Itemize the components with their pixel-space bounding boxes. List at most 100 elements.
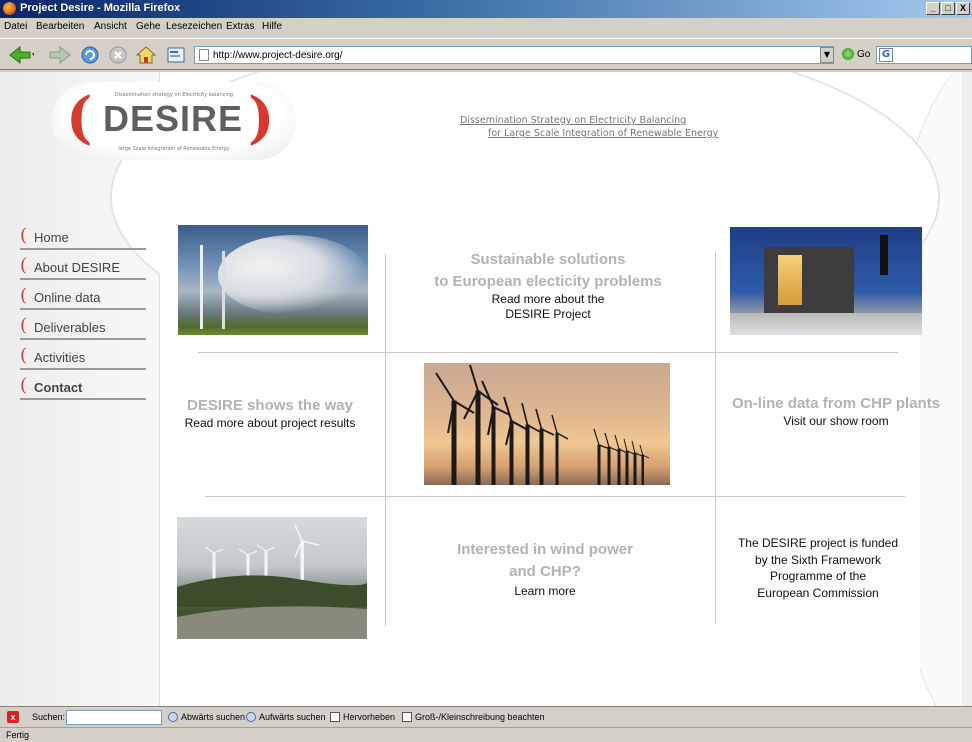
google-icon: G (879, 48, 893, 62)
plant-ground (730, 313, 922, 335)
url-dropdown-button[interactable]: ▼ (820, 47, 834, 63)
menu-datei[interactable]: Datei (4, 21, 27, 32)
go-button[interactable]: Go (842, 48, 870, 60)
wind-link[interactable]: Learn more (400, 584, 690, 599)
find-previous-icon (246, 712, 256, 722)
search-box[interactable]: G (876, 46, 972, 64)
funding-line-4: European Commission (757, 585, 879, 600)
nav-contact[interactable]: ( Contact (20, 375, 146, 400)
photo-wind-turbines-hills[interactable] (177, 517, 367, 639)
heading-line-2: for Large Scale Integration of Renewable… (488, 128, 719, 139)
forward-arrow-icon (49, 45, 71, 65)
desire-logo[interactable]: Dissemination strategy on Electricity ba… (52, 82, 296, 160)
match-case-checkbox[interactable]: Groß-/Kleinschreibung beachten (402, 712, 545, 722)
stop-button[interactable] (108, 45, 128, 65)
nav-bracket-icon: ( (20, 315, 28, 336)
menu-ansicht[interactable]: Ansicht (94, 21, 127, 32)
nav-about-desire[interactable]: ( About DESIRE (20, 255, 146, 280)
nav-label: Home (34, 230, 69, 245)
wind-turbines-silhouette (435, 364, 650, 485)
stop-icon (109, 46, 127, 64)
plant-chimney (880, 235, 888, 275)
menu-hilfe[interactable]: Hilfe (262, 21, 282, 32)
funding-line-2: by the Sixth Framework (754, 552, 882, 567)
nav-deliverables[interactable]: ( Deliverables (20, 315, 146, 340)
smoke-plume (218, 235, 368, 315)
maximize-button[interactable]: □ (941, 2, 955, 15)
page-viewport: Dissemination strategy on Electricity ba… (0, 72, 972, 706)
checkbox-icon (402, 712, 412, 722)
sustainable-title-line-2: to European electicity problems (434, 273, 662, 290)
nav-bracket-icon: ( (20, 225, 28, 246)
menu-gehe[interactable]: Gehe (136, 21, 160, 32)
nav-bracket-icon: ( (20, 285, 28, 306)
address-bar[interactable] (194, 46, 834, 64)
nav-home[interactable]: ( Home (20, 225, 146, 250)
find-bar: x Suchen: Abwärts suchen Aufwärts suchen… (0, 706, 972, 726)
logo-word: DESIRE (102, 98, 244, 139)
sustainable-title[interactable]: Sustainable solutions to European electi… (398, 250, 698, 292)
firefox-icon (3, 2, 16, 15)
page-bookmark-button[interactable] (166, 45, 186, 65)
reload-button[interactable] (80, 45, 100, 65)
nav-bracket-icon: ( (20, 345, 28, 366)
highlight-toggle[interactable]: Hervorheben (330, 712, 395, 722)
online-title[interactable]: On-line data from CHP plants (718, 394, 954, 414)
find-input[interactable] (66, 710, 162, 725)
nav-label: Online data (34, 290, 101, 305)
heading-line-1: Dissemination Strategy on Electricity Ba… (460, 115, 687, 126)
forward-button[interactable] (48, 45, 71, 65)
wind-title-line-2: and CHP? (509, 563, 581, 580)
find-next-button[interactable]: Abwärts suchen (168, 712, 245, 722)
minimize-button[interactable]: _ (926, 2, 940, 15)
page-favicon-icon (199, 49, 209, 61)
way-title[interactable]: DESIRE shows the way (170, 396, 370, 416)
sustainable-link[interactable]: Read more about the DESIRE Project (398, 292, 698, 322)
nav-bracket-icon: ( (20, 375, 28, 396)
sustainable-link-line-1: Read more about the (491, 292, 605, 306)
vertical-scroll-area[interactable] (962, 72, 972, 706)
funding-line-3: Programme of the (769, 569, 867, 583)
menu-bar: Datei Bearbeiten Ansicht Gehe Lesezeiche… (0, 19, 972, 36)
status-text: Fertig (6, 730, 30, 740)
back-button[interactable] (8, 45, 35, 65)
find-close-icon[interactable]: x (7, 711, 19, 723)
nav-activities[interactable]: ( Activities (20, 345, 146, 370)
online-link[interactable]: Visit our show room (718, 414, 954, 429)
turbine-tower (200, 245, 203, 329)
photo-power-plant-wind-turbines[interactable] (178, 225, 368, 335)
hill-turbines (177, 524, 367, 639)
wind-title[interactable]: Interested in wind power and CHP? (400, 540, 690, 582)
menu-bearbeiten[interactable]: Bearbeiten (36, 21, 84, 32)
find-previous-button[interactable]: Aufwärts suchen (246, 712, 326, 722)
grid-line-horizontal-top (198, 352, 898, 353)
url-input[interactable] (213, 48, 813, 62)
page-heading[interactable]: Dissemination Strategy on Electricity Ba… (430, 114, 790, 140)
go-label: Go (857, 48, 871, 60)
browser-window: Project Desire - Mozilla Firefox _ □ X D… (0, 0, 972, 742)
nav-online-data[interactable]: ( Online data (20, 285, 146, 310)
sustainable-title-line-1: Sustainable solutions (470, 251, 626, 268)
funding-line-1: The DESIRE project is funded (737, 536, 899, 550)
photo-wind-farm-sunset[interactable] (424, 363, 670, 485)
highlight-label: Hervorheben (343, 712, 396, 722)
reload-icon (81, 46, 99, 64)
logo-bracket-left: ( (66, 85, 93, 151)
grid-line-horizontal-bottom (205, 496, 905, 497)
back-arrow-icon (9, 45, 35, 65)
photo-chp-plant[interactable] (730, 227, 922, 335)
find-next-label: Abwärts suchen (181, 712, 246, 722)
menu-extras[interactable]: Extras (226, 21, 254, 32)
page-icon (167, 47, 185, 63)
menu-lesezeichen[interactable]: Lesezeichen (166, 21, 222, 32)
nav-bracket-icon: ( (20, 255, 28, 276)
home-button[interactable] (135, 45, 157, 65)
window-title: Project Desire - Mozilla Firefox (20, 2, 181, 14)
close-button[interactable]: X (956, 2, 970, 15)
turbine-tower (222, 251, 225, 329)
plant-window (778, 255, 802, 305)
match-case-label: Groß-/Kleinschreibung beachten (415, 712, 545, 722)
nav-label: About DESIRE (34, 260, 120, 275)
wind-title-line-1: Interested in wind power (457, 541, 633, 558)
way-link[interactable]: Read more about project results (160, 416, 380, 431)
